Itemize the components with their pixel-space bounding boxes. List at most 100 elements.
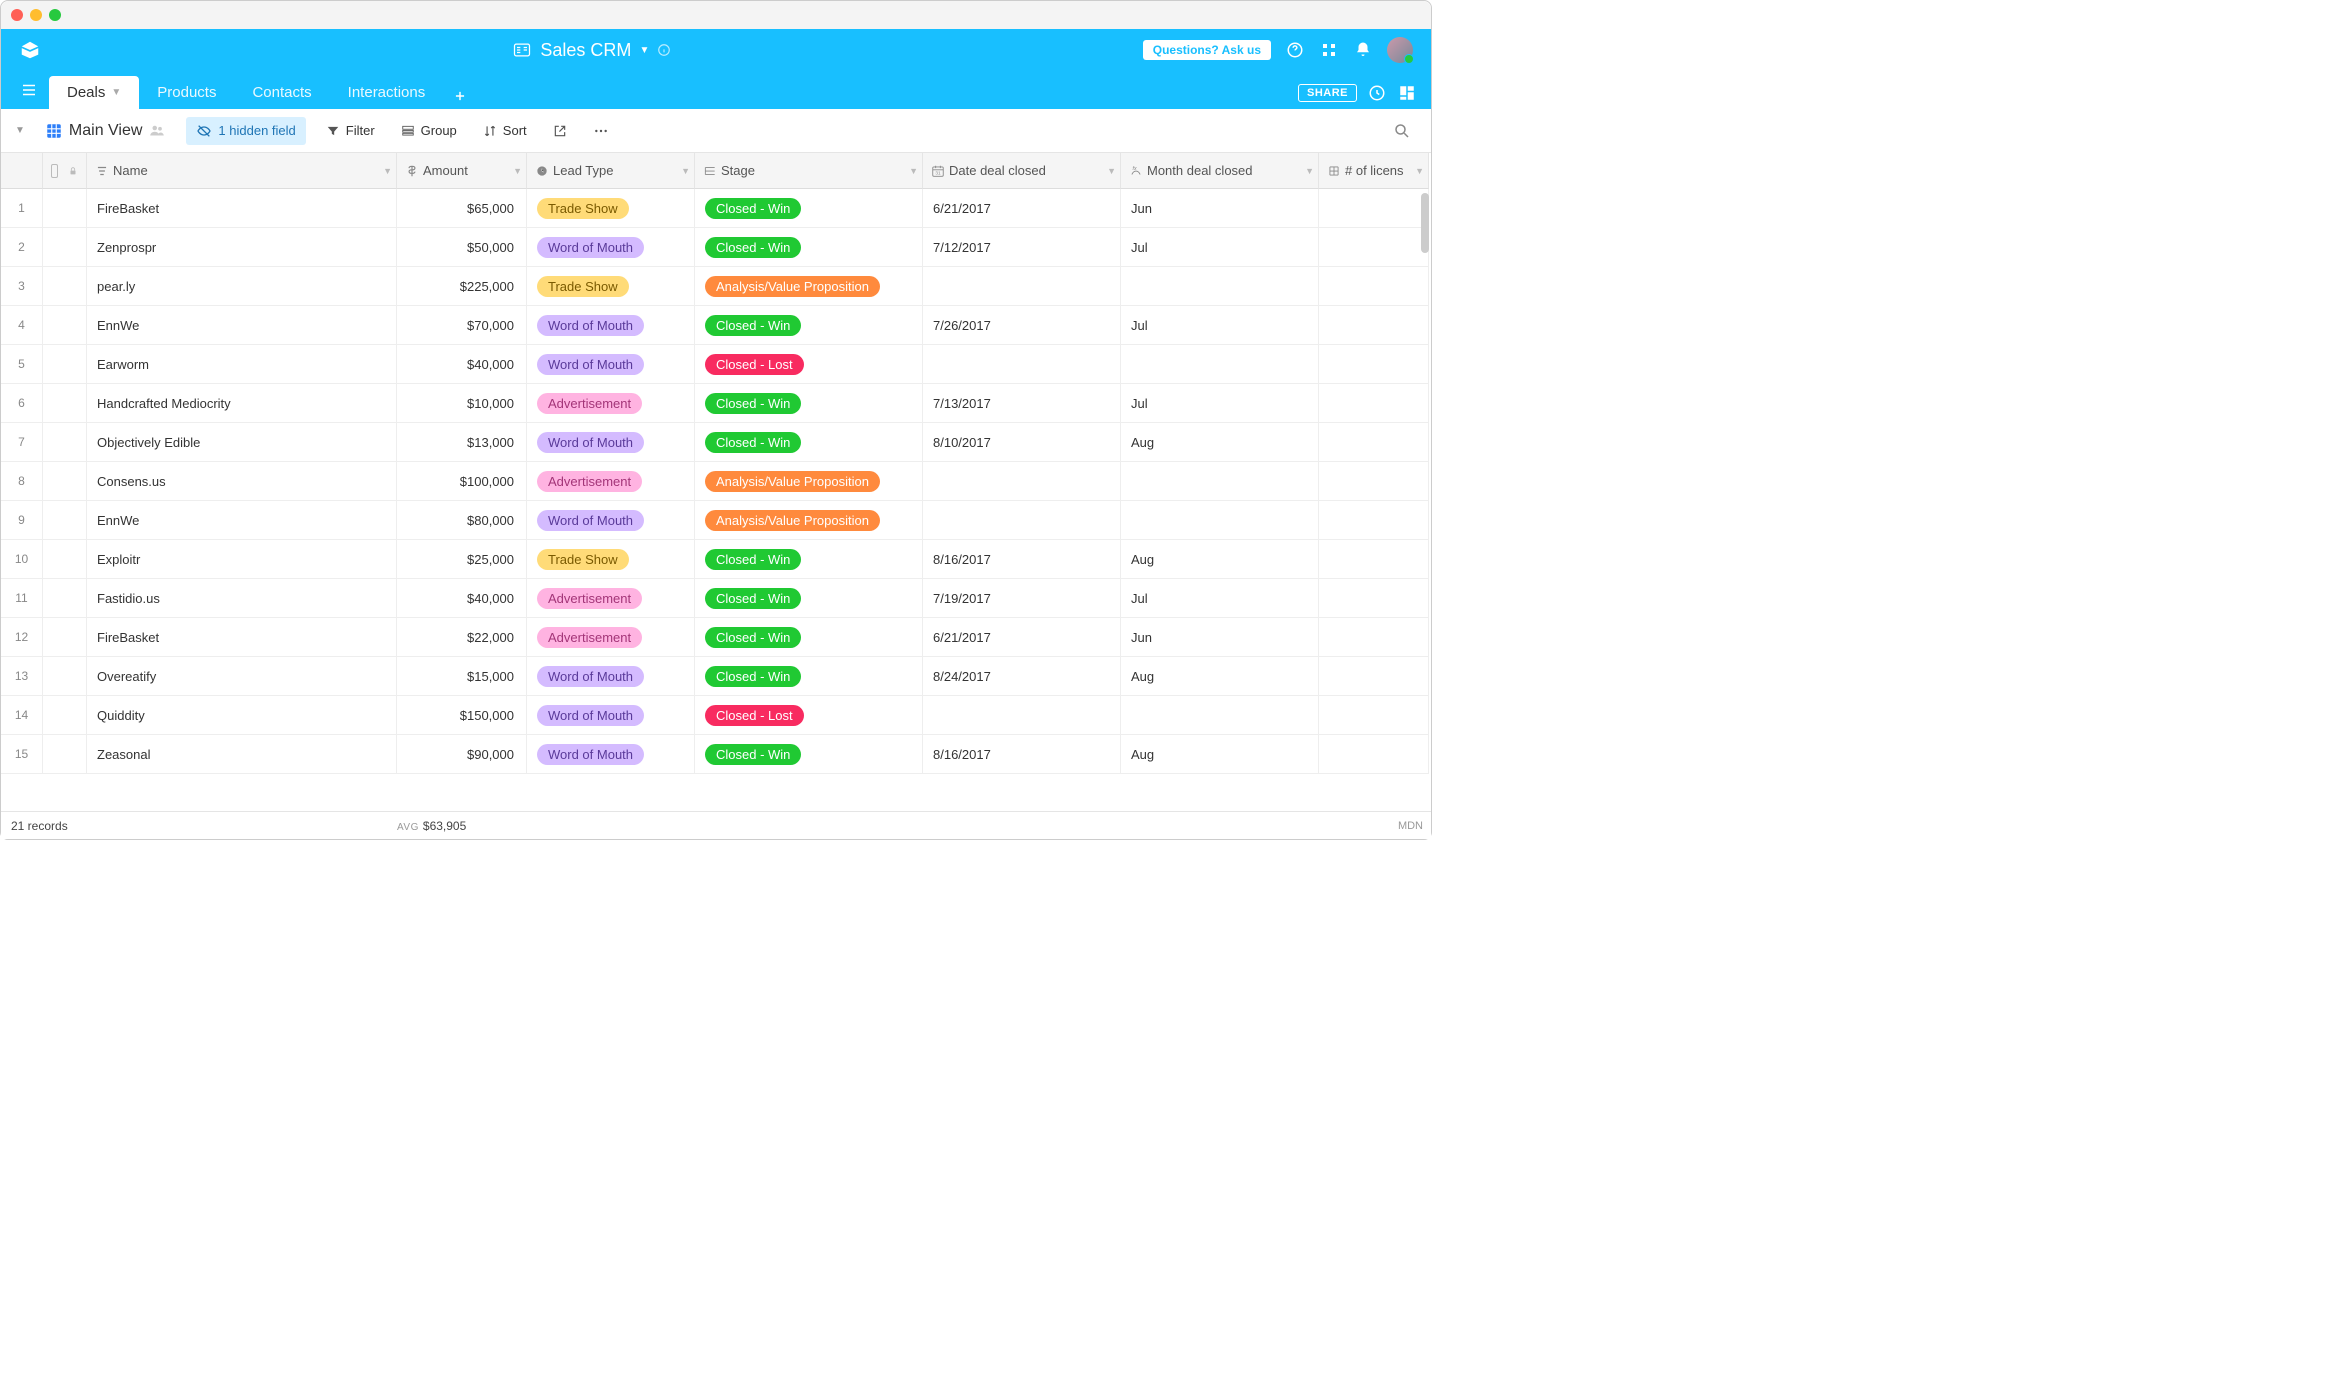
more-options-icon[interactable]: [587, 119, 615, 143]
column-header-stage[interactable]: Stage▼: [695, 153, 923, 189]
cell-name[interactable]: Zeasonal: [87, 735, 397, 774]
cell-month-closed[interactable]: Aug: [1121, 735, 1319, 774]
cell-lead-type[interactable]: Trade Show: [527, 540, 695, 579]
cell-date-closed[interactable]: 8/16/2017: [923, 540, 1121, 579]
cell-lead-type[interactable]: Trade Show: [527, 267, 695, 306]
column-dropdown-icon[interactable]: ▼: [1305, 166, 1314, 176]
cell-amount[interactable]: $150,000: [397, 696, 527, 735]
cell-lead-type[interactable]: Word of Mouth: [527, 735, 695, 774]
row-number[interactable]: 11: [1, 579, 43, 618]
cell-date-closed[interactable]: [923, 501, 1121, 540]
cell-lead-type[interactable]: Word of Mouth: [527, 501, 695, 540]
cell-date-closed[interactable]: [923, 462, 1121, 501]
row-expand[interactable]: [43, 657, 87, 696]
column-header-amount[interactable]: Amount▼: [397, 153, 527, 189]
row-expand[interactable]: [43, 618, 87, 657]
row-expand[interactable]: [43, 579, 87, 618]
column-header-month-deal-closed[interactable]: fxMonth deal closed▼: [1121, 153, 1319, 189]
maximize-window-button[interactable]: [49, 9, 61, 21]
cell-licenses[interactable]: [1319, 345, 1429, 384]
cell-month-closed[interactable]: Jun: [1121, 189, 1319, 228]
cell-licenses[interactable]: [1319, 384, 1429, 423]
cell-name[interactable]: Overeatify: [87, 657, 397, 696]
cell-month-closed[interactable]: [1121, 267, 1319, 306]
cell-lead-type[interactable]: Word of Mouth: [527, 345, 695, 384]
cell-month-closed[interactable]: Jul: [1121, 228, 1319, 267]
row-expand[interactable]: [43, 306, 87, 345]
cell-name[interactable]: EnnWe: [87, 501, 397, 540]
row-expand[interactable]: [43, 189, 87, 228]
share-button[interactable]: SHARE: [1298, 84, 1357, 102]
cell-amount[interactable]: $15,000: [397, 657, 527, 696]
cell-date-closed[interactable]: [923, 696, 1121, 735]
cell-month-closed[interactable]: Aug: [1121, 657, 1319, 696]
row-number[interactable]: 12: [1, 618, 43, 657]
row-expand[interactable]: [43, 384, 87, 423]
cell-licenses[interactable]: [1319, 657, 1429, 696]
cell-name[interactable]: Consens.us: [87, 462, 397, 501]
cell-date-closed[interactable]: [923, 267, 1121, 306]
app-title[interactable]: Sales CRM: [540, 40, 631, 61]
cell-name[interactable]: Fastidio.us: [87, 579, 397, 618]
cell-date-closed[interactable]: 7/13/2017: [923, 384, 1121, 423]
cell-lead-type[interactable]: Advertisement: [527, 384, 695, 423]
cell-date-closed[interactable]: [923, 345, 1121, 384]
tab-contacts[interactable]: Contacts: [234, 76, 329, 109]
cell-amount[interactable]: $13,000: [397, 423, 527, 462]
select-all-checkbox[interactable]: [51, 164, 58, 178]
minimize-window-button[interactable]: [30, 9, 42, 21]
row-number[interactable]: 9: [1, 501, 43, 540]
column-dropdown-icon[interactable]: ▼: [383, 166, 392, 176]
cell-name[interactable]: Earworm: [87, 345, 397, 384]
row-expand[interactable]: [43, 267, 87, 306]
cell-stage[interactable]: Closed - Win: [695, 423, 923, 462]
cell-amount[interactable]: $90,000: [397, 735, 527, 774]
cell-stage[interactable]: Closed - Lost: [695, 345, 923, 384]
cell-date-closed[interactable]: 7/12/2017: [923, 228, 1121, 267]
notifications-icon[interactable]: [1353, 40, 1373, 60]
row-expand[interactable]: [43, 462, 87, 501]
cell-lead-type[interactable]: Advertisement: [527, 579, 695, 618]
cell-month-closed[interactable]: [1121, 345, 1319, 384]
row-number[interactable]: 8: [1, 462, 43, 501]
cell-date-closed[interactable]: 7/26/2017: [923, 306, 1121, 345]
tab-interactions[interactable]: Interactions: [330, 76, 444, 109]
cell-amount[interactable]: $65,000: [397, 189, 527, 228]
column-dropdown-icon[interactable]: ▼: [909, 166, 918, 176]
cell-licenses[interactable]: [1319, 228, 1429, 267]
column-dropdown-icon[interactable]: ▼: [681, 166, 690, 176]
cell-date-closed[interactable]: 8/24/2017: [923, 657, 1121, 696]
row-expand[interactable]: [43, 735, 87, 774]
column-header--of-licens[interactable]: # of licens▼: [1319, 153, 1429, 189]
cell-lead-type[interactable]: Advertisement: [527, 462, 695, 501]
cell-amount[interactable]: $22,000: [397, 618, 527, 657]
cell-amount[interactable]: $10,000: [397, 384, 527, 423]
cell-stage[interactable]: Closed - Win: [695, 306, 923, 345]
cell-name[interactable]: FireBasket: [87, 189, 397, 228]
cell-name[interactable]: pear.ly: [87, 267, 397, 306]
column-header-date-deal-closed[interactable]: 31Date deal closed▼: [923, 153, 1121, 189]
row-number[interactable]: 2: [1, 228, 43, 267]
cell-stage[interactable]: Analysis/Value Proposition: [695, 267, 923, 306]
cell-lead-type[interactable]: Word of Mouth: [527, 657, 695, 696]
column-dropdown-icon[interactable]: ▼: [1415, 166, 1424, 176]
cell-licenses[interactable]: [1319, 189, 1429, 228]
cell-licenses[interactable]: [1319, 540, 1429, 579]
row-expand[interactable]: [43, 345, 87, 384]
logo-icon[interactable]: [19, 39, 41, 61]
cell-month-closed[interactable]: [1121, 696, 1319, 735]
row-expand[interactable]: [43, 540, 87, 579]
cell-name[interactable]: Handcrafted Mediocrity: [87, 384, 397, 423]
sort-button[interactable]: Sort: [477, 119, 533, 142]
cell-amount[interactable]: $100,000: [397, 462, 527, 501]
cell-stage[interactable]: Closed - Win: [695, 618, 923, 657]
tab-dropdown-icon[interactable]: ▼: [111, 87, 121, 98]
share-view-icon[interactable]: [547, 120, 573, 142]
cell-amount[interactable]: $25,000: [397, 540, 527, 579]
cell-name[interactable]: Exploitr: [87, 540, 397, 579]
cell-lead-type[interactable]: Trade Show: [527, 189, 695, 228]
cell-amount[interactable]: $40,000: [397, 345, 527, 384]
row-expand[interactable]: [43, 696, 87, 735]
cell-name[interactable]: Objectively Edible: [87, 423, 397, 462]
cell-lead-type[interactable]: Word of Mouth: [527, 306, 695, 345]
